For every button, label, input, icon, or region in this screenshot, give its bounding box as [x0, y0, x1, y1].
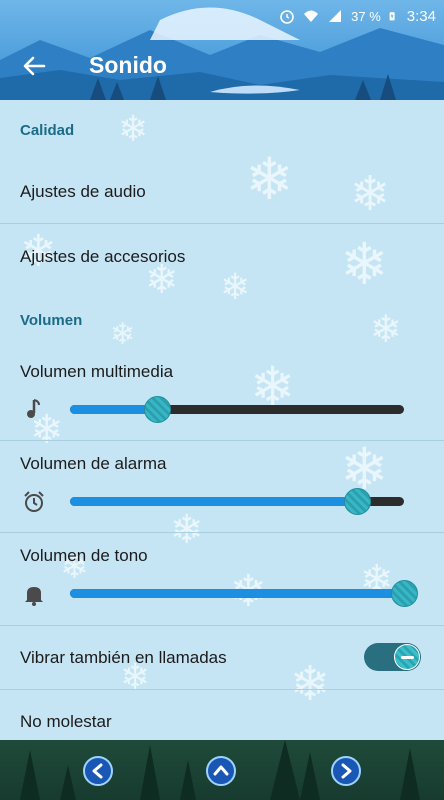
slider-thumb[interactable] — [391, 580, 418, 607]
list-item-no-molestar[interactable]: No molestar — [0, 690, 444, 740]
divider — [0, 532, 444, 533]
vibrate-toggle[interactable] — [364, 643, 421, 671]
volume-ringtone-label: Volumen de tono — [20, 546, 148, 565]
alarm-volume-slider[interactable] — [70, 488, 404, 515]
alarm-clock-icon — [24, 491, 44, 512]
divider — [0, 440, 444, 441]
nav-recents-icon — [341, 763, 352, 779]
signal-icon — [329, 10, 342, 22]
list-item-ajustes-de-accesorios[interactable]: Ajustes de accesorios — [0, 224, 444, 290]
sound-settings-list: Calidad Ajustes de audio Ajustes de acce… — [0, 100, 444, 740]
vibrate-label: Vibrar también en llamadas — [20, 648, 227, 667]
slider-fill — [70, 497, 358, 506]
arrow-left-icon[interactable] — [20, 52, 48, 80]
slider-thumb[interactable] — [143, 396, 171, 423]
list-item-ajustes-de-audio[interactable]: Ajustes de audio — [0, 160, 444, 222]
status-bar: 37 % 3:34 — [279, 6, 436, 26]
clock: 3:34 — [406, 7, 436, 25]
list-item-label: Ajustes de audio — [20, 182, 146, 201]
slider-thumb[interactable] — [344, 488, 372, 515]
battery-icon — [389, 12, 395, 21]
list-item-label: Ajustes de accesorios — [20, 247, 186, 266]
music-note-icon — [27, 399, 40, 418]
section-header-volumen: Volumen — [20, 312, 83, 329]
nav-back-icon — [92, 763, 103, 779]
toggle-knob — [394, 644, 420, 670]
bell-icon — [25, 587, 43, 606]
battery-percent: 37 % — [351, 8, 381, 24]
volume-media-label: Volumen multimedia — [20, 362, 174, 381]
nav-home-icon — [213, 765, 229, 776]
nav-recents-button[interactable] — [331, 756, 361, 786]
alarm-icon — [280, 10, 294, 24]
ringtone-volume-slider[interactable] — [70, 580, 418, 607]
page-title: Sonido — [89, 52, 167, 78]
section-header-calidad: Calidad — [20, 122, 75, 139]
volume-alarm-label: Volumen de alarma — [20, 454, 167, 473]
slider-fill — [70, 589, 404, 598]
wifi-icon — [304, 10, 319, 22]
nav-home-button[interactable] — [206, 756, 236, 786]
media-volume-slider[interactable] — [70, 396, 404, 423]
app-header: 37 % 3:34 Sonido — [0, 0, 444, 100]
nav-back-button[interactable] — [83, 756, 113, 786]
bottom-navigation-bar — [0, 740, 444, 800]
list-item-label: No molestar — [20, 712, 112, 731]
